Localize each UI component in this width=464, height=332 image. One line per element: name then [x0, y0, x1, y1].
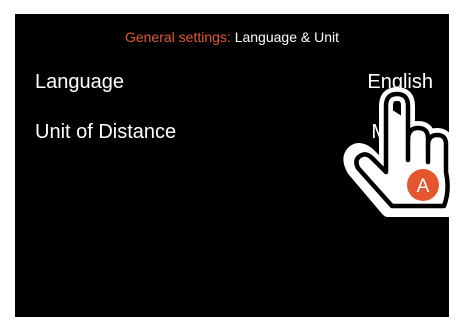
badge-label: A [417, 176, 430, 197]
header-prefix: General settings: [124, 29, 231, 45]
hand-outline [343, 87, 460, 217]
badge-a: A [407, 169, 439, 201]
header-title: Language & Unit [234, 29, 340, 45]
setting-label-language: Language [35, 71, 124, 93]
setting-label-unit-of-distance: Unit of Distance [35, 121, 177, 143]
tap-hand-icon: A [343, 87, 460, 217]
page-title: General settings: Language & Unit [15, 28, 449, 46]
